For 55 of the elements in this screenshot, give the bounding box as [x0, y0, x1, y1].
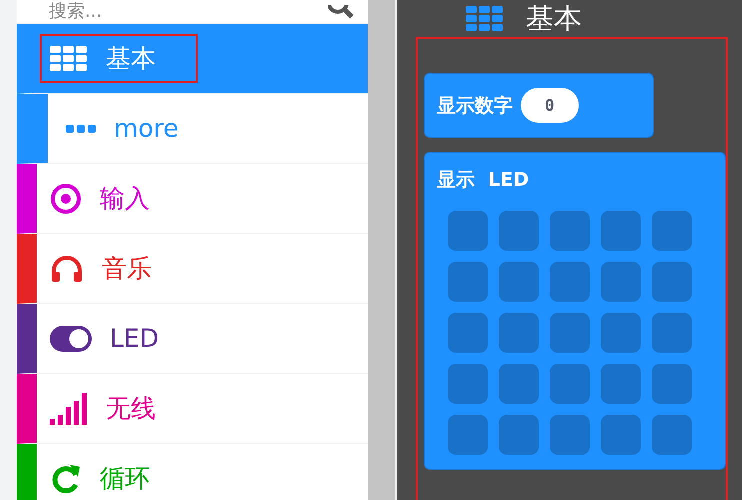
- block-label: 显示数字: [437, 94, 513, 118]
- grid-icon: [50, 46, 88, 72]
- category-item[interactable]: LED: [17, 304, 368, 374]
- led-cell[interactable]: [448, 313, 488, 353]
- led-cell[interactable]: [601, 211, 641, 251]
- refresh-icon: [50, 462, 82, 494]
- show-number-block[interactable]: 显示数字 0: [424, 73, 654, 138]
- number-input[interactable]: 0: [521, 88, 579, 123]
- led-cell[interactable]: [448, 262, 488, 302]
- grid-icon: [466, 6, 504, 32]
- led-cell[interactable]: [652, 313, 692, 353]
- category-label: 音乐: [102, 253, 152, 285]
- led-cell[interactable]: [499, 262, 539, 302]
- led-cell[interactable]: [499, 364, 539, 404]
- dots-icon: [66, 124, 96, 132]
- led-cell[interactable]: [550, 211, 590, 251]
- led-cell[interactable]: [499, 211, 539, 251]
- led-cell[interactable]: [652, 415, 692, 455]
- led-cell[interactable]: [550, 415, 590, 455]
- headphones-icon: [50, 254, 84, 284]
- splitter-bar[interactable]: [368, 0, 397, 500]
- led-cell[interactable]: [652, 211, 692, 251]
- search-icon[interactable]: [328, 4, 354, 18]
- category-item[interactable]: 输入: [17, 164, 368, 234]
- category-item[interactable]: 基本: [17, 24, 368, 94]
- category-item[interactable]: 音乐: [17, 234, 368, 304]
- led-cell[interactable]: [601, 262, 641, 302]
- led-cell[interactable]: [601, 364, 641, 404]
- target-icon: [50, 182, 82, 214]
- led-cell[interactable]: [652, 262, 692, 302]
- category-item[interactable]: 无线: [17, 374, 368, 444]
- category-label: LED: [110, 324, 159, 353]
- category-label: 输入: [100, 183, 150, 215]
- block-label: 显示 LED: [437, 168, 530, 193]
- flyout-title: 基本: [526, 2, 582, 34]
- led-cell[interactable]: [448, 211, 488, 251]
- led-cell[interactable]: [550, 364, 590, 404]
- led-cell[interactable]: [550, 262, 590, 302]
- category-item[interactable]: more: [17, 94, 368, 164]
- category-label: more: [114, 114, 179, 143]
- search-field[interactable]: 搜索...: [47, 0, 251, 23]
- led-cell[interactable]: [448, 364, 488, 404]
- led-cell[interactable]: [601, 313, 641, 353]
- category-label: 无线: [106, 393, 156, 425]
- show-leds-block[interactable]: 显示 LED: [424, 152, 726, 470]
- led-cell[interactable]: [601, 415, 641, 455]
- led-cell[interactable]: [550, 313, 590, 353]
- led-cell[interactable]: [652, 364, 692, 404]
- led-cell[interactable]: [499, 313, 539, 353]
- led-cell[interactable]: [499, 415, 539, 455]
- category-label: 基本: [106, 43, 156, 75]
- category-label: 循环: [100, 463, 150, 495]
- led-cell[interactable]: [448, 415, 488, 455]
- toggle-icon: [50, 326, 92, 352]
- signal-icon: [50, 392, 88, 424]
